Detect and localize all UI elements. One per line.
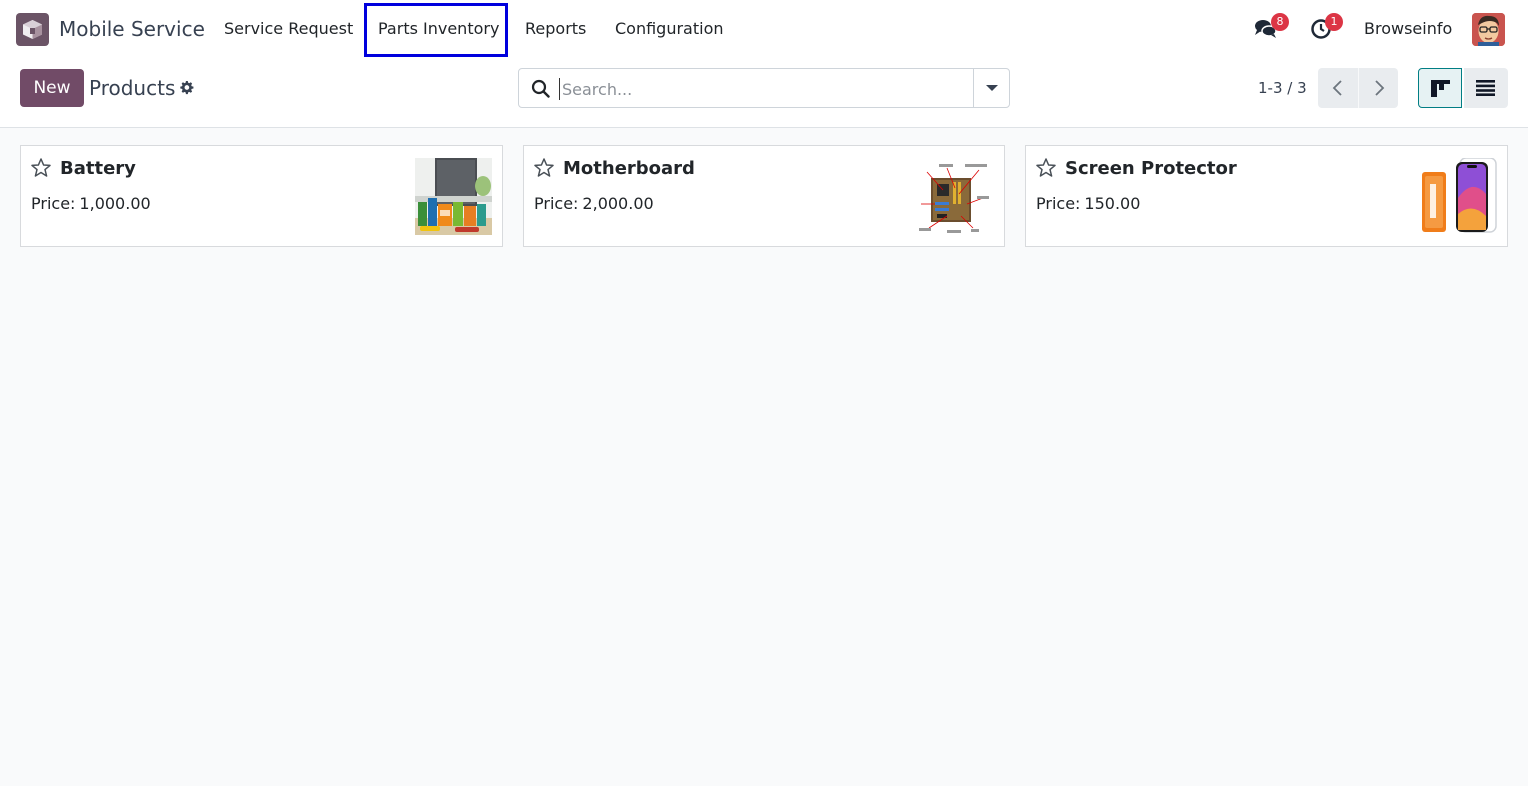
page-title: Products (89, 76, 176, 100)
new-button[interactable]: New (20, 69, 84, 107)
product-price: Price: 1,000.00 (31, 194, 151, 214)
motherboard-image (917, 158, 994, 235)
star-icon[interactable] (534, 158, 554, 181)
pager-value[interactable]: 1-3 / 3 (1258, 79, 1307, 97)
product-card-screen-protector[interactable]: Screen Protector Price: 150.00 (1025, 145, 1508, 247)
user-name[interactable]: Browseinfo (1364, 19, 1452, 39)
caret-down-icon (986, 85, 998, 91)
price-value: 2,000.00 (582, 194, 654, 213)
list-icon (1476, 80, 1495, 96)
search-options-toggle[interactable] (973, 69, 1009, 107)
search-bar (518, 68, 1010, 108)
control-panel: New Products 1-3 / 3 (0, 58, 1528, 128)
star-icon[interactable] (31, 158, 51, 181)
screen-protector-image (1420, 158, 1497, 235)
product-name: Motherboard (563, 158, 695, 179)
star-icon[interactable] (1036, 158, 1056, 181)
product-price: Price: 2,000.00 (534, 194, 654, 214)
product-card-battery[interactable]: Battery Price: 1,000.00 (20, 145, 503, 247)
menu-configuration[interactable]: Configuration (615, 19, 724, 39)
chevron-right-icon (1375, 80, 1385, 96)
messages-badge: 8 (1271, 13, 1289, 31)
menu-service-request[interactable]: Service Request (224, 19, 353, 39)
product-name: Battery (60, 158, 136, 179)
product-card-motherboard[interactable]: Motherboard Price: 2,000.00 (523, 145, 1005, 247)
menu-reports[interactable]: Reports (525, 19, 586, 39)
price-label: Price: (31, 194, 76, 213)
activities-badge: 1 (1325, 13, 1343, 31)
product-price: Price: 150.00 (1036, 194, 1140, 214)
app-name[interactable]: Mobile Service (59, 17, 205, 41)
user-avatar[interactable] (1472, 13, 1505, 46)
battery-image (415, 158, 492, 235)
gear-icon[interactable] (179, 80, 194, 99)
pager-next-button[interactable] (1358, 68, 1398, 108)
search-icon (531, 79, 550, 102)
price-label: Price: (1036, 194, 1081, 213)
chevron-left-icon (1332, 80, 1342, 96)
search-input[interactable] (559, 78, 969, 100)
top-navbar: Mobile Service Service Request Parts Inv… (0, 0, 1528, 58)
kanban-icon (1431, 80, 1450, 97)
kanban-view-button[interactable] (1418, 68, 1462, 108)
menu-parts-inventory-highlight (364, 3, 508, 57)
product-name: Screen Protector (1065, 158, 1237, 179)
price-value: 150.00 (1084, 194, 1141, 213)
pager-previous-button[interactable] (1318, 68, 1358, 108)
app-logo-icon[interactable] (16, 13, 49, 46)
price-value: 1,000.00 (79, 194, 151, 213)
price-label: Price: (534, 194, 579, 213)
list-view-button[interactable] (1464, 68, 1508, 108)
